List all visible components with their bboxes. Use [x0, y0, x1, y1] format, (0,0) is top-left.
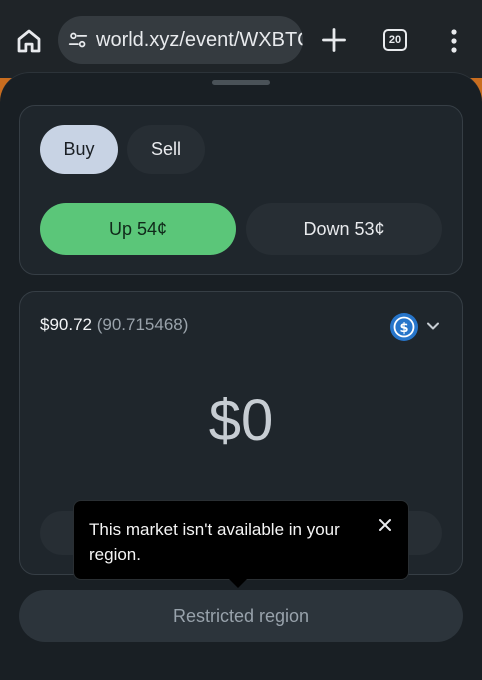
tab-count: 20: [388, 34, 402, 46]
outcome-down-label: Down 53¢: [303, 218, 385, 239]
chevron-down-icon[interactable]: [425, 318, 441, 334]
svg-text:$: $: [399, 321, 408, 336]
submit-button[interactable]: Restricted region: [19, 590, 463, 642]
browser-toolbar: world.xyz/event/WXBTC 20: [0, 0, 482, 78]
outcome-down-button[interactable]: Down 53¢: [246, 203, 442, 255]
outcome-up-label: Up 54¢: [108, 218, 168, 239]
home-icon[interactable]: [14, 26, 44, 56]
amount-input[interactable]: $0: [0, 387, 482, 454]
address-bar[interactable]: world.xyz/event/WXBTC: [58, 16, 303, 64]
url-text: world.xyz/event/WXBTC: [96, 29, 303, 51]
tooltip-text: This market isn't available in your regi…: [89, 520, 340, 564]
balance-precise: (90.715468): [96, 315, 189, 334]
outcome-up-button[interactable]: Up 54¢: [40, 203, 236, 255]
region-tooltip: This market isn't available in your regi…: [73, 500, 409, 580]
tab-sell[interactable]: Sell: [127, 125, 205, 174]
tab-buy-label: Buy: [63, 139, 95, 159]
tune-icon[interactable]: [67, 29, 89, 51]
tab-sell-label: Sell: [150, 139, 181, 159]
tab-buy[interactable]: Buy: [40, 125, 118, 174]
close-icon[interactable]: [376, 516, 394, 534]
usdc-icon[interactable]: $: [389, 312, 419, 342]
tooltip-arrow: [228, 578, 248, 588]
plus-icon[interactable]: [320, 26, 348, 54]
balance-value: $90.72: [40, 315, 92, 334]
tab-switcher-icon[interactable]: 20: [383, 29, 407, 51]
submit-label: Restricted region: [172, 605, 310, 626]
balance-display: $90.72 (90.715468): [40, 315, 188, 335]
sheet-drag-handle[interactable]: [212, 80, 270, 85]
more-vert-icon[interactable]: [442, 26, 466, 56]
